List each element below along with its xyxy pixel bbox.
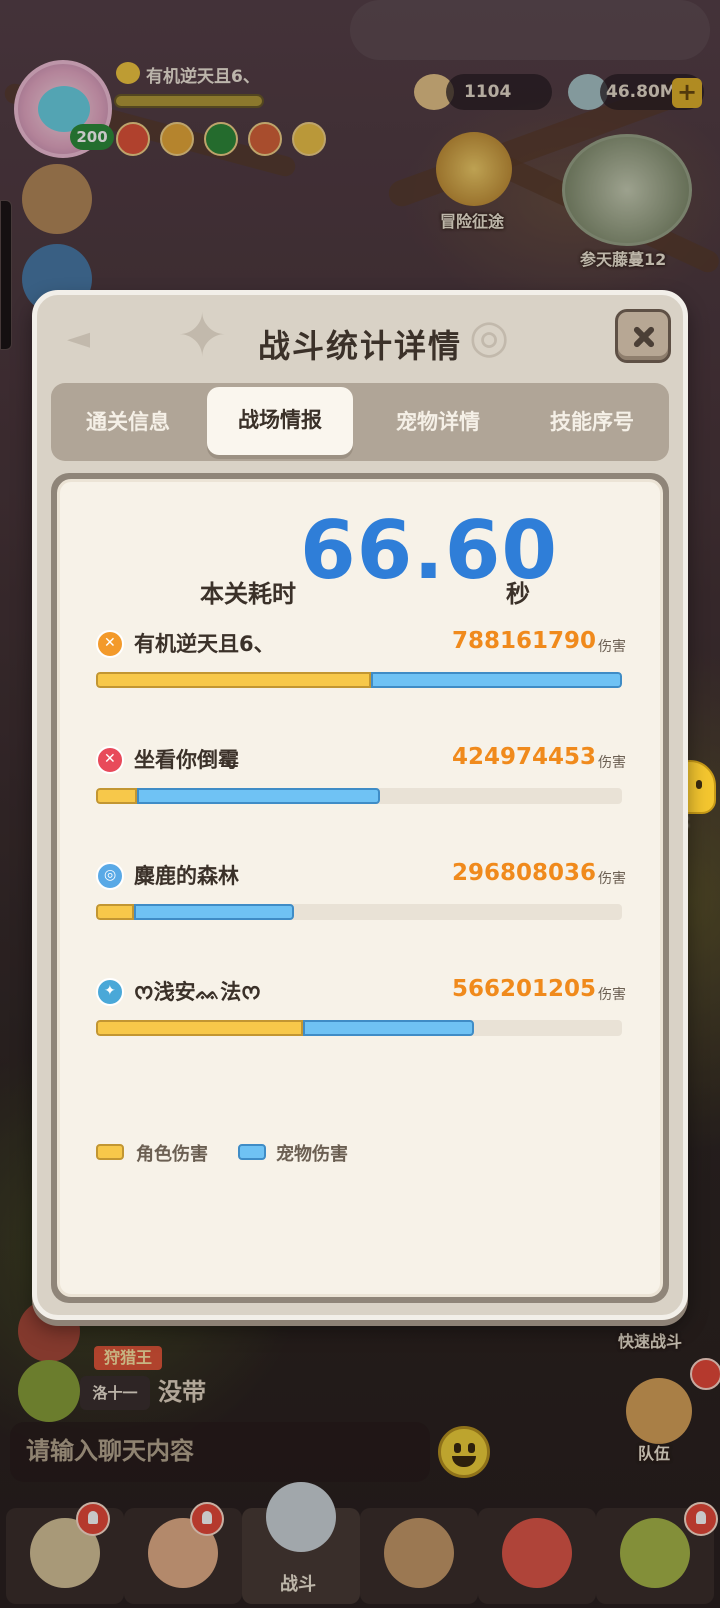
player-damage-value: 424974453 [451,744,596,770]
damage-unit: 伤害 [598,987,626,1003]
pet-damage-bar [303,1020,474,1036]
role-damage-bar [96,672,371,688]
ghost-eye [696,780,702,789]
player-damage-row: ◎ 麋鹿的森林 296808036 伤害 [96,860,626,930]
player-damage-row: ✦ ᰔ浅安ᨐ法ᰔ 566201205 伤害 [96,976,626,1046]
damage-bar [96,672,622,688]
class-icon: ✦ [96,978,124,1006]
pet-damage-legend-label: 宠物伤害 [276,1144,348,1165]
role-damage-bar [96,788,137,804]
player-damage-value: 788161790 [451,628,596,654]
player-name: ᰔ浅安ᨐ法ᰔ [134,980,261,1004]
battle-intel-panel: 本关耗时 66.60 秒 ✕ 有机逆天且6、 788161790 伤害 ✕ 坐看… [51,473,669,1303]
pet-damage-bar [371,672,622,688]
class-glyph: ✕ [104,751,116,767]
player-name: 麋鹿的森林 [134,864,239,888]
damage-bar [96,904,622,920]
dialog-title: 战斗统计详情 [257,327,462,365]
pet-damage-swatch [238,1144,266,1160]
player-damage-value: 296808036 [451,860,596,886]
role-damage-legend-label: 角色伤害 [136,1144,208,1165]
class-glyph: ✦ [104,983,116,999]
tab-clear-info[interactable]: 通关信息 [51,383,205,461]
class-glyph: ✕ [104,635,116,651]
class-glyph: ◎ [104,867,117,883]
role-damage-bar [96,904,134,920]
pet-damage-bar [134,904,294,920]
role-damage-bar [96,1020,303,1036]
tab-battle-intel[interactable]: 战场情报 [207,387,353,455]
player-damage-row: ✕ 有机逆天且6、 788161790 伤害 [96,628,626,698]
damage-bar [96,788,622,804]
battle-stats-dialog: ◄ ✦ ◎ 战斗统计详情 通关信息 战场情报 宠物详情 技能序号 本关耗时 66… [32,290,688,1320]
role-damage-swatch [96,1144,124,1160]
tab-skill-order[interactable]: 技能序号 [515,383,669,461]
player-name: 坐看你倒霉 [134,748,239,772]
damage-unit: 伤害 [598,639,626,655]
pet-damage-bar [137,788,380,804]
class-icon: ✕ [96,630,124,658]
player-name: 有机逆天且6、 [134,632,275,656]
class-icon: ◎ [96,862,124,890]
damage-unit: 伤害 [598,871,626,887]
tab-pet-details[interactable]: 宠物详情 [361,383,515,461]
player-damage-row: ✕ 坐看你倒霉 424974453 伤害 [96,744,626,814]
close-button[interactable] [615,309,671,363]
damage-unit: 伤害 [598,755,626,771]
time-unit: 秒 [506,580,530,608]
player-damage-value: 566201205 [451,976,596,1002]
time-label: 本关耗时 [200,580,296,608]
dialog-tab-bar: 通关信息 战场情报 宠物详情 技能序号 [51,383,669,461]
class-icon: ✕ [96,746,124,774]
battle-intel-content: 本关耗时 66.60 秒 ✕ 有机逆天且6、 788161790 伤害 ✕ 坐看… [57,479,663,1297]
damage-bar [96,1020,622,1036]
